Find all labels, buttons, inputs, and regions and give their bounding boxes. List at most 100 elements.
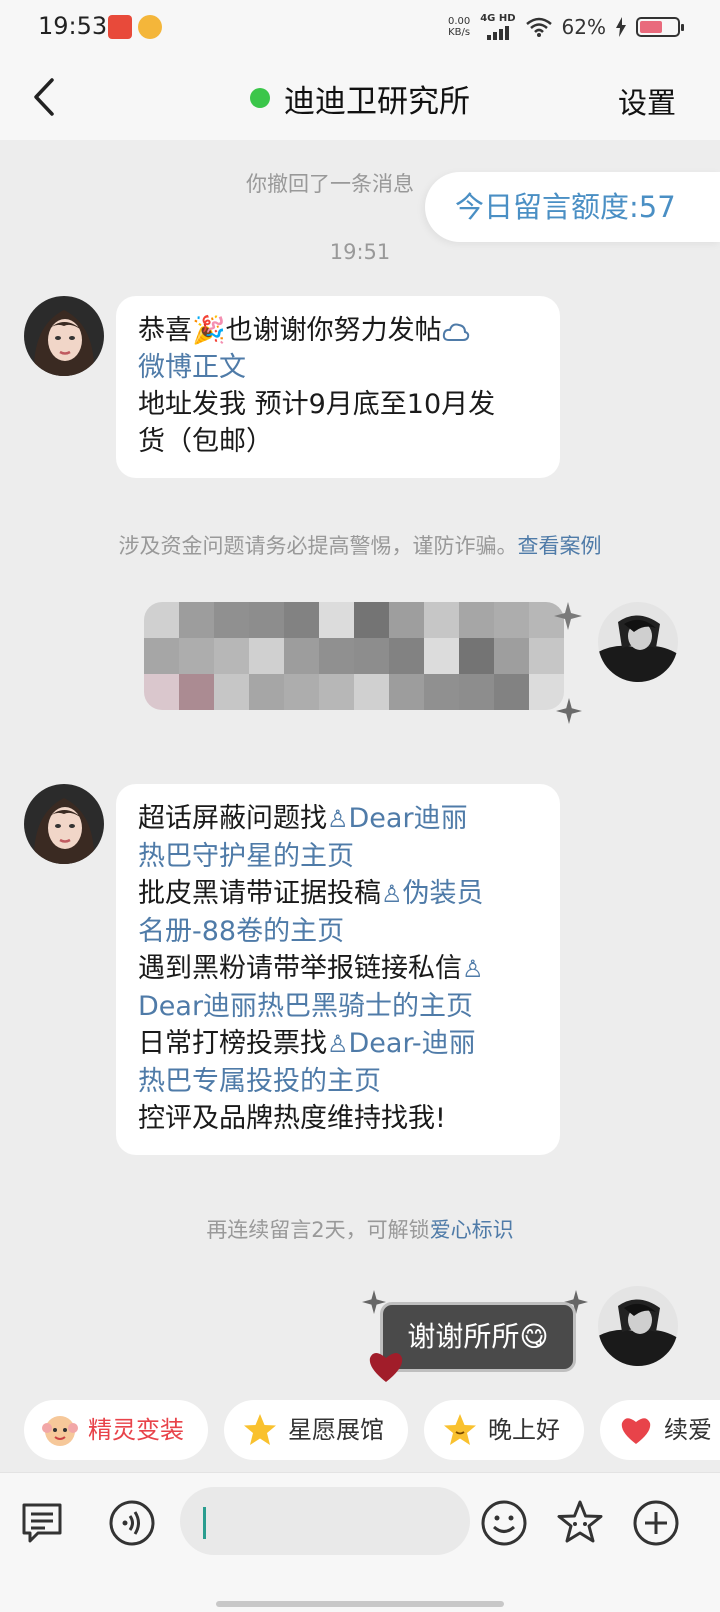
mosaic-cell xyxy=(529,638,564,674)
mosaic-cell xyxy=(319,638,354,674)
mosaic-cell xyxy=(249,602,284,638)
message-line: 日常打榜投票找♙Dear-迪丽 xyxy=(138,1028,476,1059)
network-speed: 0.00 KB/s xyxy=(447,16,471,38)
heart-gem-decoration-icon xyxy=(369,1353,403,1382)
mosaic-cell xyxy=(459,638,494,674)
plus-icon[interactable] xyxy=(632,1499,680,1547)
sent-message-text: 谢谢所所😋 xyxy=(380,1302,576,1372)
message-line: 遇到黑粉请带举报链接私信♙ xyxy=(138,953,484,984)
message-bubble-received[interactable]: 恭喜🎉也谢谢你努力发帖 微博正文 地址发我 预计9月底至10月发 货（包邮） xyxy=(116,296,560,478)
mosaic-cell xyxy=(389,674,424,710)
message-line: 控评及品牌热度维持找我! xyxy=(138,1103,446,1134)
mosaic-cell xyxy=(319,674,354,710)
cellular-signal-icon: 4G HD xyxy=(480,14,516,40)
mosaic-cell xyxy=(354,638,389,674)
profile-link[interactable]: Dear迪丽热巴黑骑士的主页 xyxy=(138,988,540,1025)
text-caret xyxy=(203,1507,206,1539)
mosaic-cell xyxy=(354,674,389,710)
quick-reply-chip[interactable]: 续爱 xyxy=(600,1400,720,1460)
mosaic-cell xyxy=(179,602,214,638)
quick-reply-chip[interactable]: 星愿展馆 xyxy=(224,1400,408,1460)
mosaic-cell xyxy=(144,602,179,638)
contact-avatar[interactable] xyxy=(24,784,104,864)
contact-avatar[interactable] xyxy=(24,296,104,376)
mosaic-cell xyxy=(459,674,494,710)
mosaic-cell xyxy=(494,638,529,674)
my-avatar[interactable] xyxy=(598,602,678,682)
settings-button[interactable]: 设置 xyxy=(618,80,676,122)
streak-notice: 再连续留言2天，可解锁爱心标识 xyxy=(206,1218,514,1242)
heart-icon xyxy=(621,1418,651,1444)
mosaic-cell xyxy=(389,602,424,638)
user-icon: ♙ xyxy=(381,880,403,908)
blurred-message-bubble[interactable] xyxy=(104,582,582,732)
profile-link[interactable]: Dear迪丽 xyxy=(349,803,468,834)
profile-link[interactable]: 伪装员 xyxy=(403,878,484,909)
profile-link[interactable]: 热巴专属投投的主页 xyxy=(138,1063,540,1100)
mosaic-cell xyxy=(424,674,459,710)
weibo-notification-icon xyxy=(138,15,162,39)
mosaic-cell xyxy=(144,674,179,710)
message-bubble-sent[interactable]: 谢谢所所😋 xyxy=(362,1290,588,1388)
weibo-post-link[interactable]: 微博正文 xyxy=(138,349,540,386)
mosaic-cell xyxy=(284,602,319,638)
message-line: 超话屏蔽问题找♙Dear迪丽 xyxy=(138,803,468,834)
star-icon xyxy=(244,1414,276,1445)
mosaic-cell xyxy=(179,638,214,674)
mosaic-cell xyxy=(459,602,494,638)
wifi-icon xyxy=(525,17,552,37)
mosaic-cell xyxy=(389,638,424,674)
message-line: 货（包邮） xyxy=(138,426,273,457)
mosaic-cell xyxy=(249,638,284,674)
mosaic-cell xyxy=(424,602,459,638)
mosaic-cell xyxy=(214,602,249,638)
message-input[interactable] xyxy=(180,1487,470,1555)
status-bar: 19:53 0.00 KB/s 4G HD 62% xyxy=(0,0,720,56)
quick-reply-chip[interactable]: 晚上好 xyxy=(424,1400,584,1460)
quick-reply-chip[interactable]: 精灵变装 xyxy=(24,1400,208,1460)
battery-percent: 62% xyxy=(561,15,606,39)
mosaic-cell xyxy=(144,638,179,674)
my-avatar[interactable] xyxy=(598,1286,678,1366)
input-bar xyxy=(0,1472,720,1612)
mosaic-cell xyxy=(319,602,354,638)
mosaic-cell xyxy=(249,674,284,710)
sticker-icon[interactable] xyxy=(556,1499,604,1547)
status-time: 19:53 xyxy=(38,12,108,40)
sparkle-decoration-icon xyxy=(556,698,582,724)
list-icon[interactable] xyxy=(18,1499,66,1547)
chat-area[interactable]: 你撤回了一条消息 今日留言额度:57 19:51 恭喜🎉也谢谢你努力发帖 微博正… xyxy=(0,140,720,1440)
chat-header: 迪迪卫研究所 设置 xyxy=(0,56,720,140)
monkey-face-icon xyxy=(42,1416,78,1446)
sparkle-decoration-icon xyxy=(554,602,582,630)
heart-badge-link[interactable]: 爱心标识 xyxy=(430,1218,514,1242)
message-timestamp: 19:51 xyxy=(329,240,391,264)
message-bubble-received[interactable]: 超话屏蔽问题找♙Dear迪丽 热巴守护星的主页 批皮黑请带证据投稿♙伪装员 名册… xyxy=(116,784,560,1155)
profile-link[interactable]: 名册-88卷的主页 xyxy=(138,913,540,950)
chat-title: 迪迪卫研究所 xyxy=(0,76,720,121)
view-cases-link[interactable]: 查看案例 xyxy=(518,534,602,558)
online-status-icon xyxy=(250,88,270,108)
status-indicators: 0.00 KB/s 4G HD 62% xyxy=(447,14,684,40)
mosaic-cell xyxy=(214,638,249,674)
mosaic-cell xyxy=(424,638,459,674)
red-app-notification-icon xyxy=(108,15,132,39)
home-indicator[interactable] xyxy=(216,1601,504,1607)
mosaic-cell xyxy=(284,638,319,674)
charging-icon xyxy=(616,17,626,37)
emoji-icon[interactable] xyxy=(480,1499,528,1547)
mosaic-cell xyxy=(354,602,389,638)
message-line: 批皮黑请带证据投稿♙伪装员 xyxy=(138,878,484,909)
mosaic-cell xyxy=(494,602,529,638)
voice-icon[interactable] xyxy=(108,1499,156,1547)
quick-reply-bar: 精灵变装 星愿展馆 晚上好 续爱 xyxy=(0,1398,720,1468)
message-line: 地址发我 预计9月底至10月发 xyxy=(138,389,496,420)
mosaic-cell xyxy=(214,674,249,710)
quota-badge[interactable]: 今日留言额度:57 xyxy=(425,172,720,242)
profile-link[interactable]: Dear-迪丽 xyxy=(349,1028,476,1059)
message-line: 恭喜🎉也谢谢你努力发帖 xyxy=(138,312,540,349)
user-icon: ♙ xyxy=(327,1030,349,1058)
mosaic-cell xyxy=(284,674,319,710)
profile-link[interactable]: 热巴守护星的主页 xyxy=(138,838,540,875)
mosaic-cell xyxy=(179,674,214,710)
